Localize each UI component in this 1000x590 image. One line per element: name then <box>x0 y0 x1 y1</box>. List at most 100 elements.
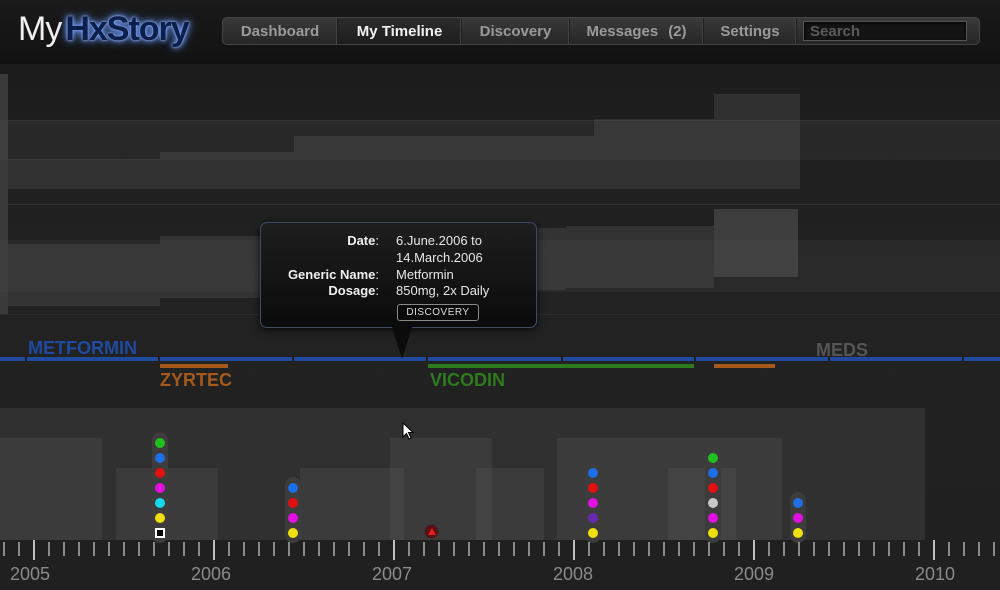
ruler-tick <box>543 542 545 556</box>
event-dot[interactable] <box>155 512 165 523</box>
year-ruler[interactable]: 2005 2006 2007 2008 2009 2010 <box>0 540 1000 590</box>
ruler-tick <box>93 542 95 556</box>
segment-divider <box>426 357 428 361</box>
meds-section-label: MEDS <box>816 340 869 360</box>
key-colon: : <box>375 233 379 248</box>
tooltip-dosage-key-text: Dosage <box>328 283 376 298</box>
ruler-tick <box>723 542 725 556</box>
tab-dashboard[interactable]: Dashboard <box>223 18 338 44</box>
event-dot[interactable] <box>155 482 165 493</box>
ruler-tick <box>618 542 620 556</box>
tab-discovery[interactable]: Discovery <box>462 18 570 44</box>
tab-my-timeline[interactable]: My Timeline <box>338 18 462 44</box>
tab-discovery-label: Discovery <box>479 22 552 40</box>
ruler-tick <box>663 542 665 556</box>
event-dot[interactable] <box>793 497 803 508</box>
event-dot[interactable] <box>288 497 298 508</box>
ruler-major-tick <box>753 540 755 560</box>
tab-settings[interactable]: Settings <box>704 18 797 44</box>
event-dot[interactable] <box>155 452 165 463</box>
ruler-tick <box>798 542 800 556</box>
ruler-tick <box>633 542 635 556</box>
main-nav: Dashboard My Timeline Discovery Messages… <box>222 17 980 45</box>
discovery-button[interactable]: DISCOVERY <box>397 304 479 321</box>
ruler-tick <box>738 542 740 556</box>
event-dot[interactable] <box>588 512 598 523</box>
segment-divider <box>561 357 563 361</box>
segment-divider <box>158 357 160 361</box>
event-dot[interactable] <box>588 527 598 538</box>
events-band <box>300 468 404 540</box>
event-dot[interactable] <box>708 467 718 478</box>
med-label-metformin[interactable]: METFORMIN <box>28 338 137 359</box>
event-dot[interactable] <box>155 497 165 508</box>
event-dot[interactable] <box>588 467 598 478</box>
tooltip-date-value-end: 14.March.2006 <box>396 250 483 265</box>
event-dot[interactable] <box>155 437 165 448</box>
tooltip-date-key-text: Date <box>347 233 376 248</box>
tab-my-timeline-label: My Timeline <box>356 22 443 40</box>
vicodin-bar[interactable] <box>428 364 694 368</box>
ruler-tick <box>918 542 920 556</box>
event-dot[interactable] <box>288 512 298 523</box>
vitals-band <box>8 159 160 189</box>
ruler-tick <box>903 542 905 556</box>
tab-messages[interactable]: Messages (2) <box>570 18 704 44</box>
event-dot[interactable] <box>708 527 718 538</box>
event-dot[interactable] <box>588 482 598 493</box>
zyrtec-bar[interactable] <box>160 364 228 368</box>
ruler-tick <box>48 542 50 556</box>
tab-settings-label: Settings <box>720 22 780 40</box>
logo-brand: HxStory <box>65 10 189 48</box>
ruler-tick <box>258 542 260 556</box>
med-label-vicodin[interactable]: VICODIN <box>430 370 505 391</box>
ruler-tick <box>138 542 140 556</box>
event-square-marker[interactable] <box>155 527 165 538</box>
event-dot[interactable] <box>155 467 165 478</box>
search-input[interactable] <box>803 21 967 41</box>
zyrtec-bar-2[interactable] <box>714 364 775 368</box>
ruler-tick <box>378 542 380 556</box>
ruler-tick <box>78 542 80 556</box>
event-dot[interactable] <box>708 512 718 523</box>
event-stack[interactable] <box>790 492 806 543</box>
event-dot[interactable] <box>708 497 718 508</box>
ruler-tick <box>963 542 965 556</box>
event-dot[interactable] <box>708 452 718 463</box>
timeline-canvas[interactable]: METFORMIN ZYRTEC VICODIN MEDS 2005 2006 … <box>0 64 1000 590</box>
event-dot[interactable] <box>588 497 598 508</box>
segment-divider <box>694 357 696 361</box>
tooltip-generic-key-text: Generic Name <box>287 267 376 282</box>
event-dot[interactable] <box>793 512 803 523</box>
vitals-band-upper <box>0 120 1000 160</box>
ruler-tick <box>363 542 365 556</box>
ruler-tick <box>453 542 455 556</box>
ruler-tick <box>108 542 110 556</box>
tooltip-generic-key: Generic Name: <box>261 267 379 282</box>
ruler-tick <box>873 542 875 556</box>
event-dot[interactable] <box>793 527 803 538</box>
event-stack[interactable] <box>152 432 168 543</box>
event-dot[interactable] <box>288 527 298 538</box>
ruler-tick <box>588 542 590 556</box>
event-stack[interactable] <box>285 477 301 543</box>
ruler-tick <box>483 542 485 556</box>
ruler-tick <box>513 542 515 556</box>
ruler-tick <box>348 542 350 556</box>
tooltip-pointer <box>392 327 412 359</box>
med-label-zyrtec[interactable]: ZYRTEC <box>160 370 232 391</box>
app-logo[interactable]: My HxStory <box>18 10 190 49</box>
event-dot[interactable] <box>288 482 298 493</box>
alert-marker[interactable] <box>424 524 439 539</box>
event-dot[interactable] <box>708 482 718 493</box>
ruler-tick <box>858 542 860 556</box>
event-stack[interactable] <box>585 462 601 543</box>
ruler-tick <box>993 542 995 556</box>
event-stack[interactable] <box>705 447 721 543</box>
ruler-major-tick <box>573 540 575 560</box>
ruler-tick <box>318 542 320 556</box>
ruler-tick <box>708 542 710 556</box>
segment-divider <box>292 357 294 361</box>
ruler-major-tick <box>213 540 215 560</box>
ruler-major-tick <box>393 540 395 560</box>
